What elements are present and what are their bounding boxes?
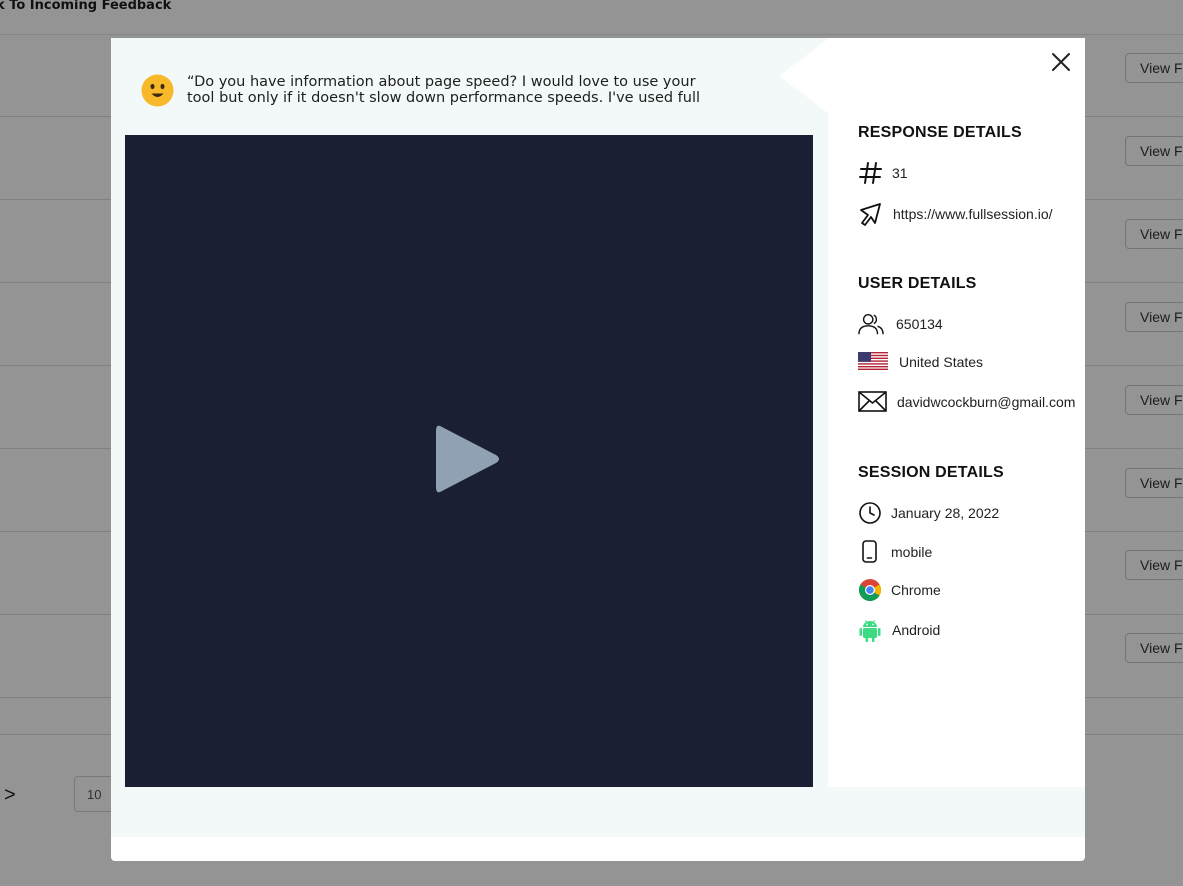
clock-icon [859,502,881,524]
response-url[interactable]: https://www.fullsession.io/ [893,206,1053,222]
feedback-quote-line: tool but only if it doesn't slow down pe… [187,90,701,106]
us-flag-icon [858,352,888,370]
session-date: January 28, 2022 [891,505,1000,521]
session-video-player[interactable] [125,135,813,787]
feedback-detail-modal: “Do you have information about page spee… [111,38,1085,861]
panel-notch [779,38,829,114]
envelope-icon [858,391,887,412]
response-details-title: RESPONSE DETAILS [858,124,1022,141]
session-browser: Chrome [891,582,941,598]
chrome-icon [859,579,881,601]
user-details-title: USER DETAILS [858,275,977,292]
user-id: 650134 [896,316,943,332]
user-country: United States [899,354,984,370]
users-icon [858,314,884,335]
cursor-arrow-icon [860,203,881,226]
feedback-quote: “Do you have information about page spee… [187,74,747,106]
response-id: 31 [892,165,908,181]
session-os: Android [892,622,941,638]
feedback-quote-line: “Do you have information about page spee… [187,74,696,90]
android-icon [859,620,881,642]
session-details-title: SESSION DETAILS [858,464,1004,481]
mobile-phone-icon [862,540,877,563]
session-device: mobile [891,544,933,560]
play-icon[interactable] [436,423,500,495]
close-icon[interactable] [1049,50,1073,74]
hash-icon [859,162,882,184]
user-email[interactable]: davidwcockburn@gmail.com [897,394,1075,410]
smiling-face-icon [141,74,174,107]
